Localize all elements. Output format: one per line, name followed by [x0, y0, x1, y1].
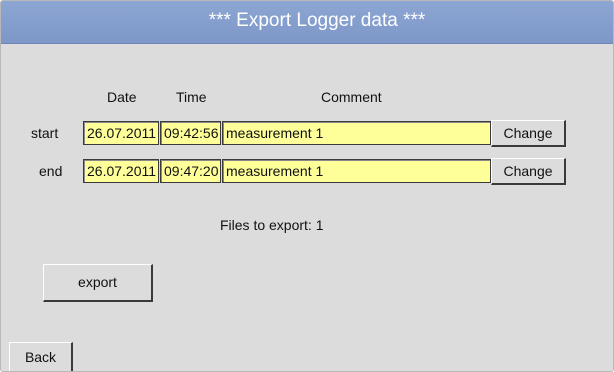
row-label-end: end	[39, 163, 63, 179]
start-change-button[interactable]: Change	[491, 120, 566, 147]
end-time-field[interactable]: 09:47:20	[160, 159, 221, 183]
back-button[interactable]: Back	[9, 342, 73, 371]
title-bar: *** Export Logger data ***	[1, 1, 613, 44]
files-to-export-status: Files to export: 1	[220, 217, 324, 233]
column-header-comment: Comment	[321, 89, 382, 105]
end-comment-field[interactable]: measurement 1	[222, 159, 491, 183]
column-header-date: Date	[107, 89, 137, 105]
start-time-field[interactable]: 09:42:56	[160, 121, 221, 145]
start-comment-field[interactable]: measurement 1	[222, 121, 491, 145]
export-logger-screen: *** Export Logger data *** Date Time Com…	[0, 0, 614, 372]
start-date-field[interactable]: 26.07.2011	[83, 121, 159, 145]
export-button[interactable]: export	[43, 264, 153, 302]
column-header-time: Time	[176, 89, 207, 105]
end-change-button[interactable]: Change	[491, 158, 566, 185]
row-label-start: start	[31, 125, 59, 141]
page-title: *** Export Logger data ***	[208, 10, 426, 31]
end-date-field[interactable]: 26.07.2011	[83, 159, 159, 183]
